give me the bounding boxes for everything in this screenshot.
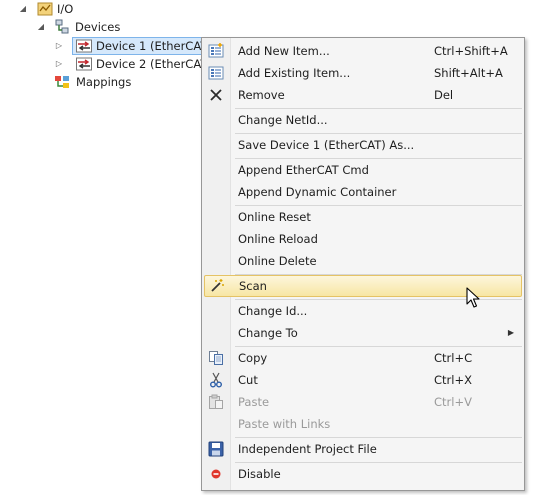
menu-label: Paste: [238, 395, 270, 409]
menu-label: Change NetId...: [238, 113, 328, 127]
paste-icon: [209, 394, 223, 409]
tree-item-devices[interactable]: ◢ Devices: [36, 18, 136, 36]
ethercat-device-icon: [76, 39, 92, 53]
menu-label: Online Reload: [238, 232, 318, 246]
menu-item-cut[interactable]: Cut Ctrl+X: [204, 369, 522, 391]
context-menu: Add New Item... Ctrl+Shift+A Add Existin…: [201, 37, 525, 491]
menu-label: Online Reset: [238, 210, 311, 224]
menu-item-paste-with-links[interactable]: Paste with Links: [204, 413, 522, 435]
menu-item-online-reload[interactable]: Online Reload: [204, 228, 522, 250]
menu-label: Add Existing Item...: [238, 66, 351, 80]
mappings-label: Mappings: [76, 75, 132, 89]
menu-item-independent-project-file[interactable]: Independent Project File: [204, 438, 522, 460]
add-new-item-icon: [208, 43, 224, 58]
devices-icon: [55, 19, 69, 34]
menu-item-online-delete[interactable]: Online Delete: [204, 250, 522, 272]
menu-label: Change To: [238, 326, 298, 340]
menu-item-disable[interactable]: Disable: [204, 463, 522, 485]
submenu-arrow-icon: ▶: [507, 328, 514, 337]
menu-shortcut: Ctrl+X: [434, 373, 472, 387]
menu-shortcut: Ctrl+V: [434, 395, 472, 409]
scissors-icon: [210, 372, 222, 388]
io-label: I/O: [57, 2, 74, 16]
menu-shortcut: Del: [434, 88, 454, 102]
menu-label: Cut: [238, 373, 258, 387]
tree-item-mappings[interactable]: Mappings: [54, 73, 154, 91]
menu-item-change-to[interactable]: Change To ▶: [204, 322, 522, 344]
menu-shortcut: Ctrl+C: [434, 351, 473, 365]
menu-item-add-new-item[interactable]: Add New Item... Ctrl+Shift+A: [204, 40, 522, 62]
disable-icon: [211, 469, 221, 479]
menu-label: Independent Project File: [238, 442, 377, 456]
menu-shortcut: Ctrl+Shift+A: [434, 44, 508, 58]
menu-label: Remove: [238, 88, 285, 102]
devices-label: Devices: [75, 20, 121, 34]
menu-label: Save Device 1 (EtherCAT) As...: [238, 138, 415, 152]
menu-item-append-ethercat-cmd[interactable]: Append EtherCAT Cmd: [204, 159, 522, 181]
menu-item-remove[interactable]: Remove Del: [204, 84, 522, 106]
menu-item-online-reset[interactable]: Online Reset: [204, 206, 522, 228]
tree-item-device2[interactable]: ▷ Device 2 (EtherCAT): [54, 55, 212, 73]
menu-label: Online Delete: [238, 254, 317, 268]
menu-label: Append Dynamic Container: [238, 185, 397, 199]
copy-icon: [209, 351, 223, 365]
remove-x-icon: [210, 89, 222, 101]
tree-item-io[interactable]: ◢ I/O: [18, 0, 98, 18]
mappings-icon: [55, 76, 69, 88]
menu-label: Copy: [238, 351, 268, 365]
menu-item-add-existing-item[interactable]: Add Existing Item... Shift+Alt+A: [204, 62, 522, 84]
collapse-arrow-icon[interactable]: ◢: [18, 4, 28, 14]
tree-item-device1[interactable]: ▷ Device 1 (EtherCAT): [54, 37, 216, 55]
collapse-arrow-icon[interactable]: ◢: [36, 22, 46, 32]
expand-arrow-icon[interactable]: ▷: [54, 41, 64, 51]
device2-label: Device 2 (EtherCAT): [96, 57, 212, 71]
io-folder-icon: [37, 2, 53, 16]
mouse-pointer-icon: [466, 287, 480, 308]
menu-item-paste[interactable]: Paste Ctrl+V: [204, 391, 522, 413]
menu-item-copy[interactable]: Copy Ctrl+C: [204, 347, 522, 369]
ethercat-device-icon: [76, 57, 92, 71]
add-existing-item-icon: [208, 66, 224, 80]
menu-item-append-dynamic-container[interactable]: Append Dynamic Container: [204, 181, 522, 203]
save-disk-icon: [208, 441, 224, 457]
menu-item-change-netid[interactable]: Change NetId...: [204, 109, 522, 131]
menu-label: Change Id...: [238, 304, 308, 318]
menu-label: Scan: [239, 279, 267, 293]
menu-shortcut: Shift+Alt+A: [434, 66, 503, 80]
menu-label: Append EtherCAT Cmd: [238, 163, 369, 177]
menu-label: Disable: [238, 467, 281, 481]
menu-label: Add New Item...: [238, 44, 330, 58]
menu-label: Paste with Links: [238, 417, 331, 431]
expand-arrow-icon[interactable]: ▷: [54, 59, 64, 69]
device1-label: Device 1 (EtherCAT): [96, 39, 212, 53]
menu-item-save-device-as[interactable]: Save Device 1 (EtherCAT) As...: [204, 134, 522, 156]
magic-wand-icon: [211, 279, 224, 292]
